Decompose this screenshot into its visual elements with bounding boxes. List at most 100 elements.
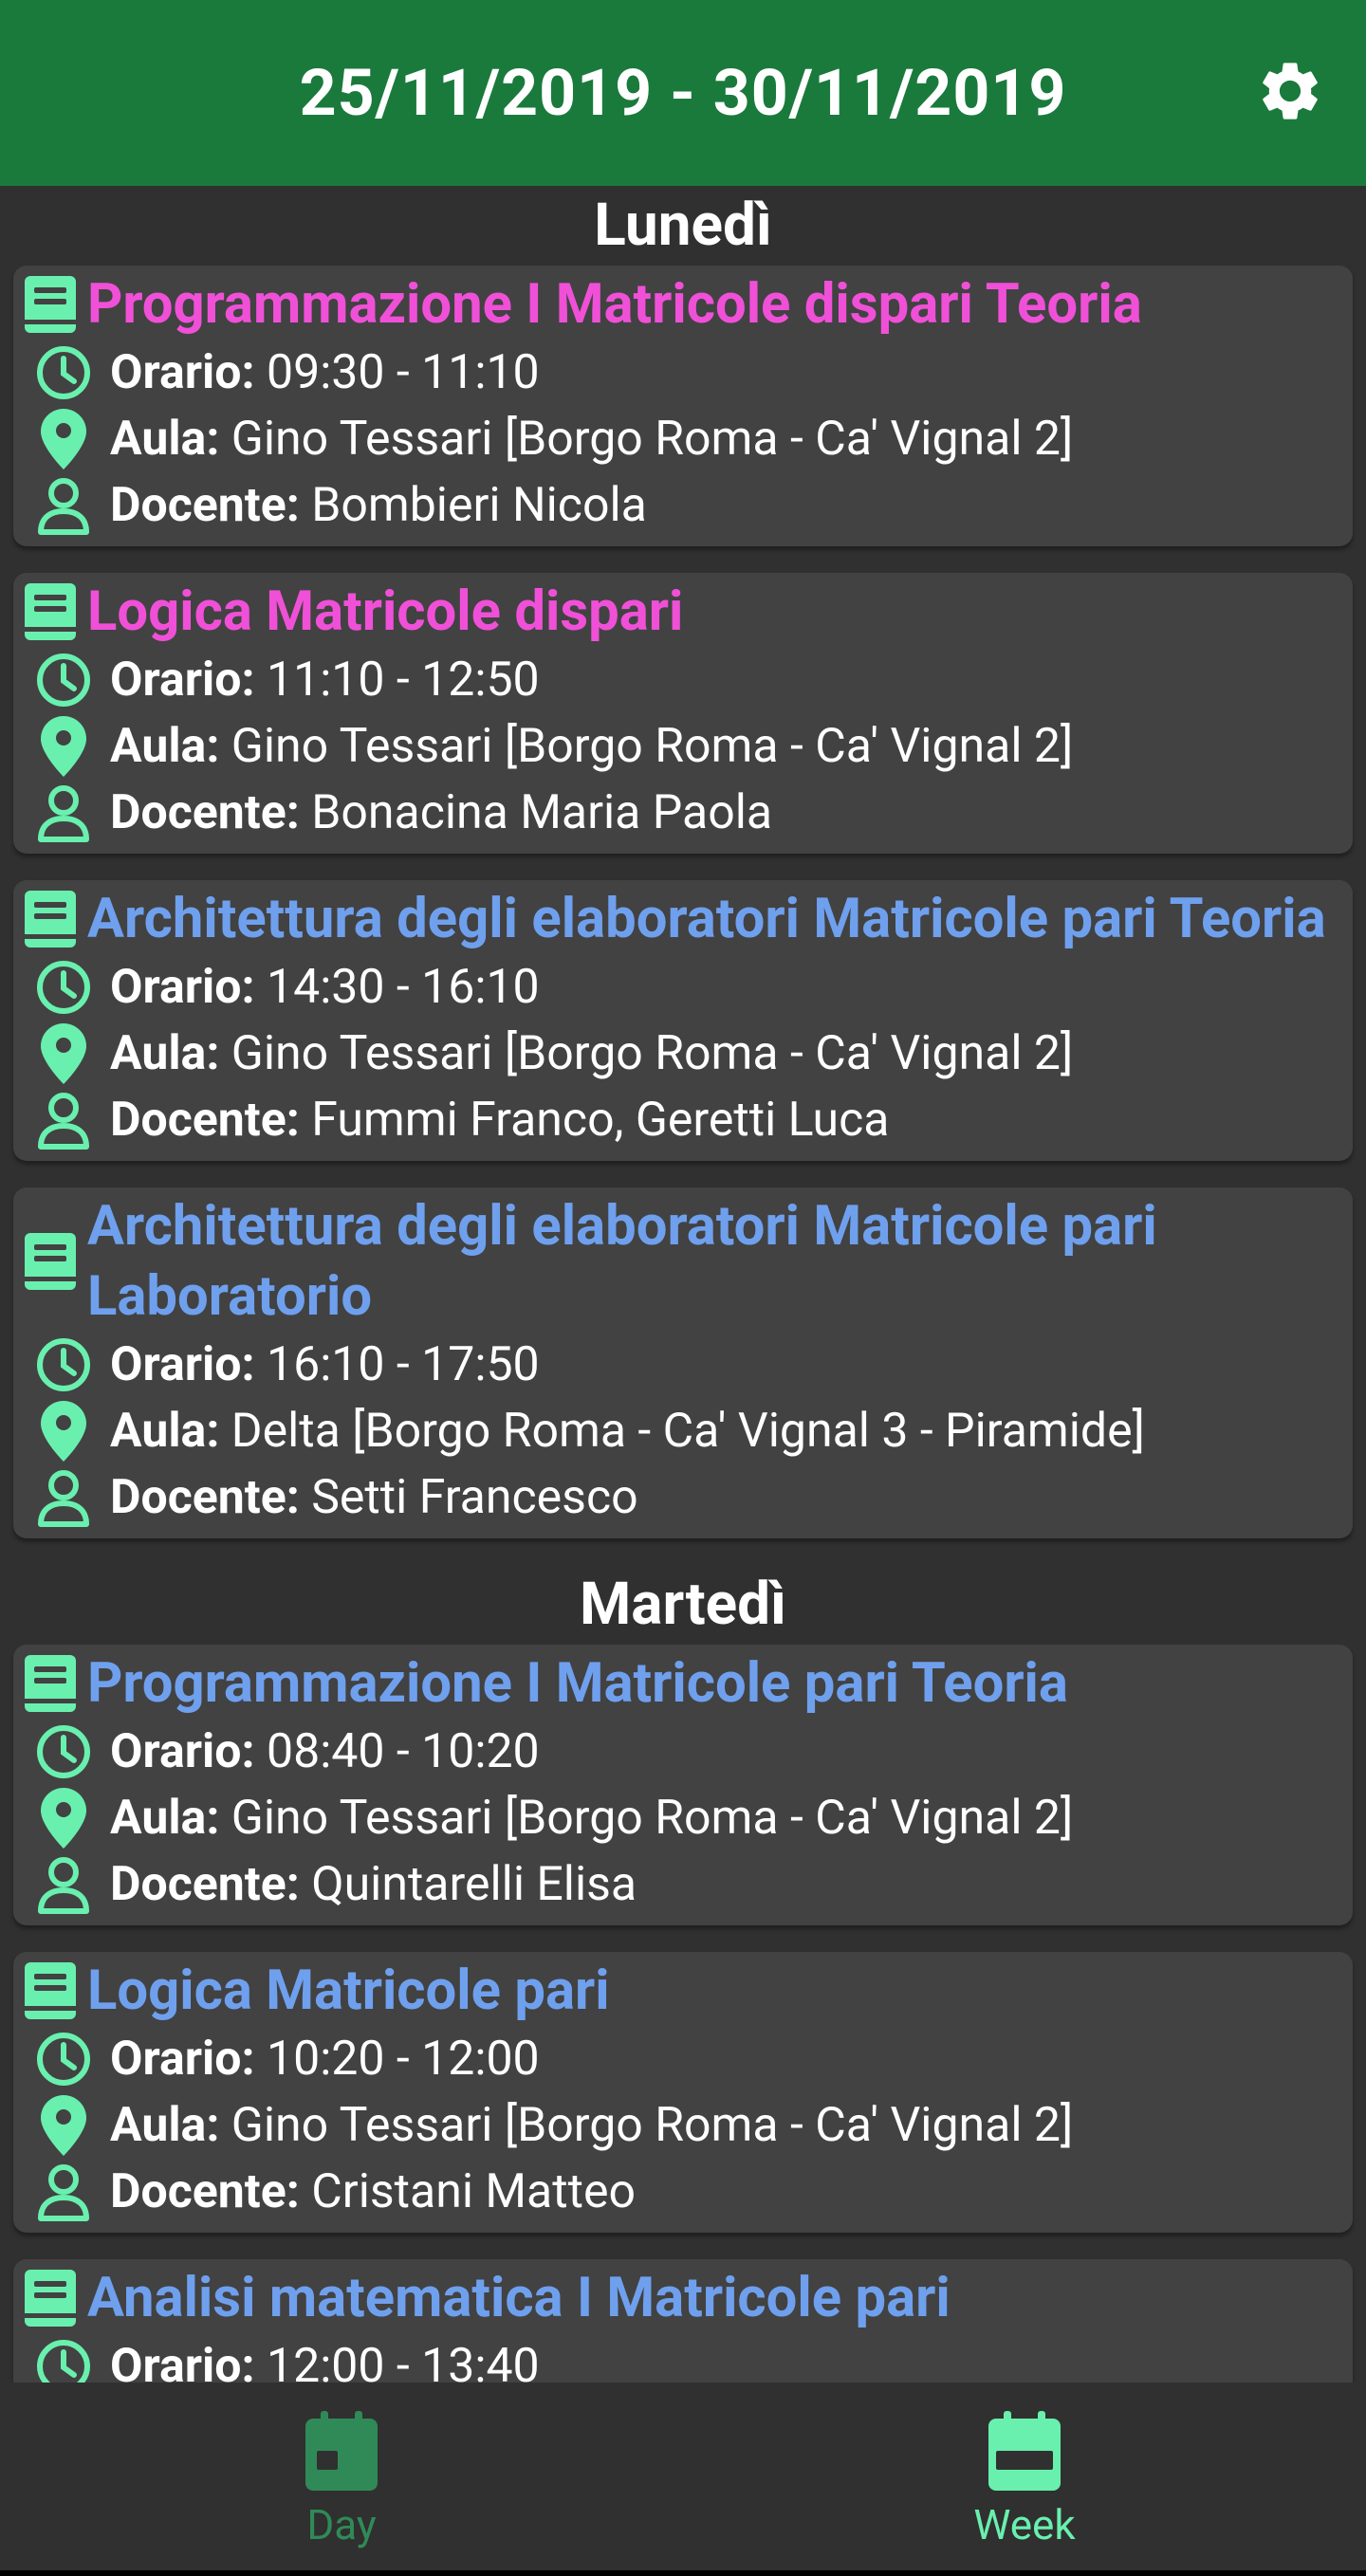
location-pin-icon	[13, 409, 101, 469]
calendar-week-icon	[987, 2411, 1062, 2496]
lesson-time-row: Orario: 11:10 - 12:50	[13, 647, 1353, 713]
lesson-time-value: 14:30 - 16:10	[254, 960, 540, 1015]
lesson-time-row: Orario: 14:30 - 16:10	[13, 954, 1353, 1021]
lesson-teacher-label: Docente:	[110, 785, 300, 840]
lesson-room-label: Aula:	[110, 2098, 220, 2153]
lesson-room-label: Aula:	[110, 1026, 220, 1081]
bottom-navigation: Day Week	[0, 2383, 1366, 2576]
lesson-room-value: Gino Tessari [Borgo Roma - Ca' Vignal 2]	[219, 719, 1074, 774]
lesson-time-value: 16:10 - 17:50	[254, 1337, 540, 1392]
clock-icon	[13, 2339, 101, 2383]
lesson-room-label: Aula:	[110, 1791, 220, 1846]
calendar-day-icon	[304, 2411, 379, 2496]
lesson-time-text: Orario: 09:30 - 11:10	[101, 345, 540, 400]
course-title: Logica Matricole pari	[87, 1959, 610, 2023]
lesson-room-text: Aula: Gino Tessari [Borgo Roma - Ca' Vig…	[101, 1026, 1073, 1081]
clock-icon	[13, 2032, 101, 2087]
lesson-teacher-label: Docente:	[110, 1470, 300, 1525]
lesson-teacher-text: Docente: Cristani Matteo	[101, 2164, 636, 2219]
book-icon	[13, 2270, 87, 2327]
location-pin-icon	[13, 1023, 101, 1084]
lesson-card[interactable]: Architettura degli elaboratori Matricole…	[13, 880, 1353, 1161]
course-title: Logica Matricole dispari	[87, 580, 684, 644]
lesson-card[interactable]: Architettura degli elaboratori Matricole…	[13, 1187, 1353, 1538]
book-icon	[13, 891, 87, 948]
lesson-card[interactable]: Analisi matematica I Matricole pari Orari…	[13, 2259, 1353, 2383]
course-title: Programmazione I Matricole dispari Teori…	[87, 272, 1142, 337]
lesson-time-label: Orario:	[110, 1337, 255, 1392]
week-schedule[interactable]: Lunedì Programmazione I Matricole dispari…	[0, 186, 1366, 2383]
lesson-room-text: Aula: Gino Tessari [Borgo Roma - Ca' Vig…	[101, 719, 1073, 774]
lesson-title-row: Logica Matricole pari	[13, 1956, 1353, 2026]
lesson-teacher-row: Docente: Setti Francesco	[13, 1464, 1353, 1531]
lesson-room-label: Aula:	[110, 412, 220, 467]
lesson-time-value: 12:00 - 13:40	[254, 2339, 540, 2383]
lesson-room-value: Delta [Borgo Roma - Ca' Vignal 3 - Piram…	[219, 1404, 1145, 1459]
location-pin-icon	[13, 716, 101, 777]
lesson-teacher-value: Fummi Franco, Geretti Luca	[299, 1093, 890, 1148]
clock-icon	[13, 653, 101, 708]
nav-day-button[interactable]: Day	[0, 2383, 683, 2576]
nav-week-button[interactable]: Week	[683, 2383, 1366, 2576]
gear-icon	[1255, 56, 1325, 130]
person-icon	[13, 1855, 101, 1914]
lesson-card[interactable]: Logica Matricole dispari Orario: 11:10 - …	[13, 573, 1353, 854]
lesson-teacher-row: Docente: Bonacina Maria Paola	[13, 780, 1353, 846]
lesson-time-label: Orario:	[110, 960, 255, 1015]
lesson-time-value: 10:20 - 12:00	[254, 2032, 540, 2087]
lesson-title-row: Programmazione I Matricole pari Teoria	[13, 1648, 1353, 1719]
clock-icon	[13, 1724, 101, 1779]
lesson-time-label: Orario:	[110, 345, 255, 400]
course-title: Architettura degli elaboratori Matricole…	[87, 887, 1326, 951]
lesson-time-label: Orario:	[110, 1724, 255, 1779]
person-icon	[13, 1468, 101, 1527]
lesson-room-text: Aula: Delta [Borgo Roma - Ca' Vignal 3 -…	[101, 1404, 1145, 1459]
course-title: Analisi matematica I Matricole pari	[87, 2266, 951, 2330]
lesson-time-row: Orario: 16:10 - 17:50	[13, 1332, 1353, 1398]
lesson-time-text: Orario: 12:00 - 13:40	[101, 2339, 540, 2383]
course-title: Programmazione I Matricole pari Teoria	[87, 1651, 1068, 1716]
lesson-time-row: Orario: 10:20 - 12:00	[13, 2026, 1353, 2092]
lesson-time-label: Orario:	[110, 2032, 255, 2087]
lesson-room-value: Gino Tessari [Borgo Roma - Ca' Vignal 2]	[219, 1791, 1074, 1846]
lesson-title-row: Architettura degli elaboratori Matricole…	[13, 884, 1353, 954]
lesson-room-row: Aula: Gino Tessari [Borgo Roma - Ca' Vig…	[13, 1021, 1353, 1087]
book-icon	[13, 276, 87, 333]
lesson-teacher-text: Docente: Bonacina Maria Paola	[101, 785, 772, 840]
day-header: Lunedì	[594, 191, 772, 260]
lesson-time-value: 09:30 - 11:10	[254, 345, 540, 400]
lesson-teacher-label: Docente:	[110, 1093, 300, 1148]
lesson-room-value: Gino Tessari [Borgo Roma - Ca' Vignal 2]	[219, 1026, 1074, 1081]
lesson-time-row: Orario: 12:00 - 13:40	[13, 2333, 1353, 2383]
course-title: Architettura degli elaboratori Matricole…	[87, 1194, 1157, 1329]
lesson-room-row: Aula: Delta [Borgo Roma - Ca' Vignal 3 -…	[13, 1398, 1353, 1464]
lesson-room-row: Aula: Gino Tessari [Borgo Roma - Ca' Vig…	[13, 2092, 1353, 2159]
lesson-teacher-label: Docente:	[110, 478, 300, 533]
lesson-card[interactable]: Logica Matricole pari Orario: 10:20 - 12:…	[13, 1952, 1353, 2233]
lesson-room-row: Aula: Gino Tessari [Borgo Roma - Ca' Vig…	[13, 1785, 1353, 1851]
lesson-card[interactable]: Programmazione I Matricole dispari Teori…	[13, 266, 1353, 546]
lesson-time-text: Orario: 14:30 - 16:10	[101, 960, 540, 1015]
lesson-teacher-value: Setti Francesco	[299, 1470, 638, 1525]
lesson-time-text: Orario: 08:40 - 10:20	[101, 1724, 540, 1779]
person-icon	[13, 783, 101, 842]
lesson-card[interactable]: Programmazione I Matricole pari Teoria Or…	[13, 1645, 1353, 1925]
book-icon	[13, 1233, 87, 1290]
day-header: Martedì	[580, 1570, 786, 1639]
settings-button[interactable]	[1252, 55, 1328, 131]
person-icon	[13, 1091, 101, 1150]
lesson-room-label: Aula:	[110, 1404, 220, 1459]
lesson-teacher-value: Bombieri Nicola	[299, 478, 647, 533]
lesson-room-value: Gino Tessari [Borgo Roma - Ca' Vignal 2]	[219, 2098, 1074, 2153]
person-icon	[13, 476, 101, 535]
lesson-teacher-label: Docente:	[110, 2164, 300, 2219]
lesson-teacher-row: Docente: Cristani Matteo	[13, 2159, 1353, 2225]
lesson-title-row: Logica Matricole dispari	[13, 577, 1353, 647]
lesson-teacher-value: Quintarelli Elisa	[299, 1857, 637, 1912]
lesson-room-text: Aula: Gino Tessari [Borgo Roma - Ca' Vig…	[101, 1791, 1073, 1846]
week-range-title: 25/11/2019 - 30/11/2019	[299, 55, 1067, 131]
days-list: Lunedì Programmazione I Matricole dispari…	[0, 186, 1366, 2383]
lesson-teacher-row: Docente: Quintarelli Elisa	[13, 1851, 1353, 1918]
location-pin-icon	[13, 2095, 101, 2156]
clock-icon	[13, 1337, 101, 1392]
